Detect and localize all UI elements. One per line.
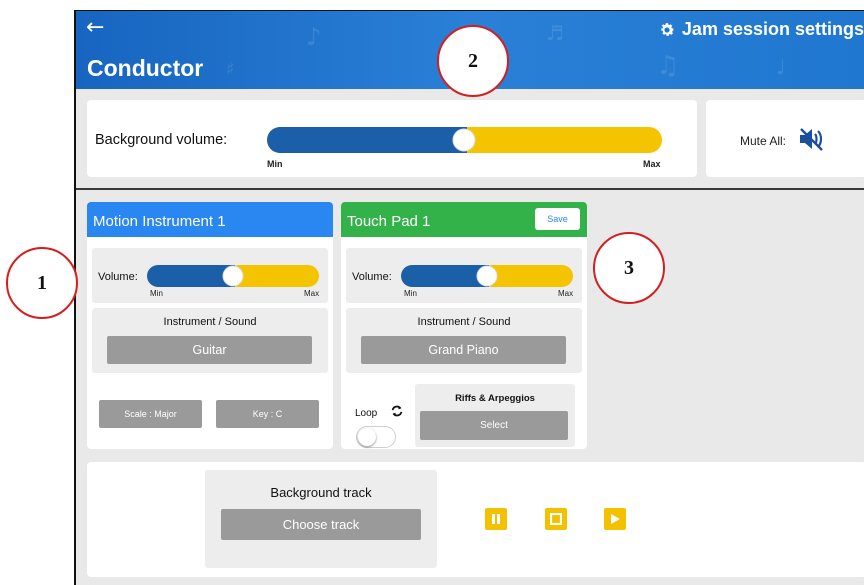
background-track-box: Background track Choose track <box>205 470 437 568</box>
motion-volume-box: Volume: Min Max <box>92 248 328 303</box>
mute-all-label: Mute All: <box>740 134 787 148</box>
background-track-card: Background track Choose track <box>87 462 864 577</box>
stop-icon <box>550 513 562 525</box>
riffs-title: Riffs & Arpeggios <box>455 393 535 404</box>
slider-track-right <box>452 127 662 153</box>
slider-min-label: Min <box>150 289 163 298</box>
annotation-marker-2: 2 <box>437 25 509 97</box>
pause-button[interactable] <box>485 508 507 530</box>
slider-max-label: Max <box>558 289 574 298</box>
mute-all-card: Mute All: <box>706 100 864 177</box>
touch-volume-slider[interactable] <box>401 265 573 287</box>
motion-volume-slider[interactable] <box>147 265 319 287</box>
volume-label: Volume: <box>352 271 392 283</box>
instrument-sound-title: Instrument / Sound <box>417 316 511 328</box>
toggle-knob <box>358 428 376 446</box>
slider-thumb <box>476 265 498 287</box>
touch-pad-header: Touch Pad 1 Save <box>341 202 587 237</box>
volume-label: Volume: <box>98 271 138 283</box>
motion-sound-box: Instrument / Sound Guitar <box>92 308 328 373</box>
gear-icon <box>661 22 674 36</box>
key-button[interactable]: Key : C <box>216 400 319 428</box>
instrument-select-button[interactable]: Grand Piano <box>361 336 566 364</box>
repeat-icon <box>391 405 403 417</box>
background-volume-label: Background volume: <box>95 132 228 148</box>
riffs-box: Riffs & Arpeggios Select <box>415 384 575 447</box>
slider-max-label: Max <box>643 159 661 169</box>
instrument-sound-title: Instrument / Sound <box>163 316 257 328</box>
riffs-select-button[interactable]: Select <box>420 411 568 440</box>
background-volume-slider[interactable] <box>267 127 662 153</box>
motion-instrument-title: Motion Instrument 1 <box>87 202 333 237</box>
slider-min-label: Min <box>267 159 283 169</box>
motion-instrument-card: Motion Instrument 1 Volume: Min Max Inst… <box>87 202 333 449</box>
annotation-marker-3: 3 <box>593 232 665 304</box>
annotation-marker-1: 1 <box>6 247 78 319</box>
page-title: Conductor <box>87 55 204 81</box>
music-note-decoration: ♬ <box>546 21 564 45</box>
background-volume-card: Background volume: Min Max <box>87 100 697 177</box>
loop-label: Loop <box>355 408 378 419</box>
background-track-title: Background track <box>270 485 372 500</box>
touch-volume-box: Volume: Min Max <box>346 248 582 303</box>
slider-track-left <box>267 127 465 153</box>
touch-pad-card: Touch Pad 1 Save Volume: Min Max Instrum… <box>341 202 587 449</box>
settings-label: Jam session settings <box>681 19 864 39</box>
music-note-decoration: ♪ <box>306 23 322 51</box>
pause-icon <box>492 514 500 524</box>
slider-max-label: Max <box>304 289 320 298</box>
back-arrow-icon[interactable]: ← <box>86 15 104 40</box>
jam-session-settings-button[interactable]: Jam session settings <box>658 19 864 40</box>
instrument-select-button[interactable]: Guitar <box>107 336 312 364</box>
loop-toggle[interactable] <box>356 426 396 448</box>
speaker-muted-icon[interactable] <box>798 126 824 152</box>
music-note-decoration: ♩ <box>776 55 786 79</box>
slider-thumb <box>452 128 476 152</box>
slider-thumb <box>222 265 244 287</box>
choose-track-button[interactable]: Choose track <box>221 509 421 540</box>
touch-pad-title: Touch Pad 1 <box>347 213 431 230</box>
stop-button[interactable] <box>545 508 567 530</box>
save-button[interactable]: Save <box>535 208 580 230</box>
scale-button[interactable]: Scale : Major <box>99 400 202 428</box>
section-divider <box>76 188 864 190</box>
music-note-decoration: ♯ <box>226 59 235 80</box>
music-note-decoration: ♫ <box>656 51 680 81</box>
play-button[interactable] <box>604 508 626 530</box>
touch-sound-box: Instrument / Sound Grand Piano <box>346 308 582 373</box>
slider-min-label: Min <box>404 289 417 298</box>
play-icon <box>611 514 620 524</box>
